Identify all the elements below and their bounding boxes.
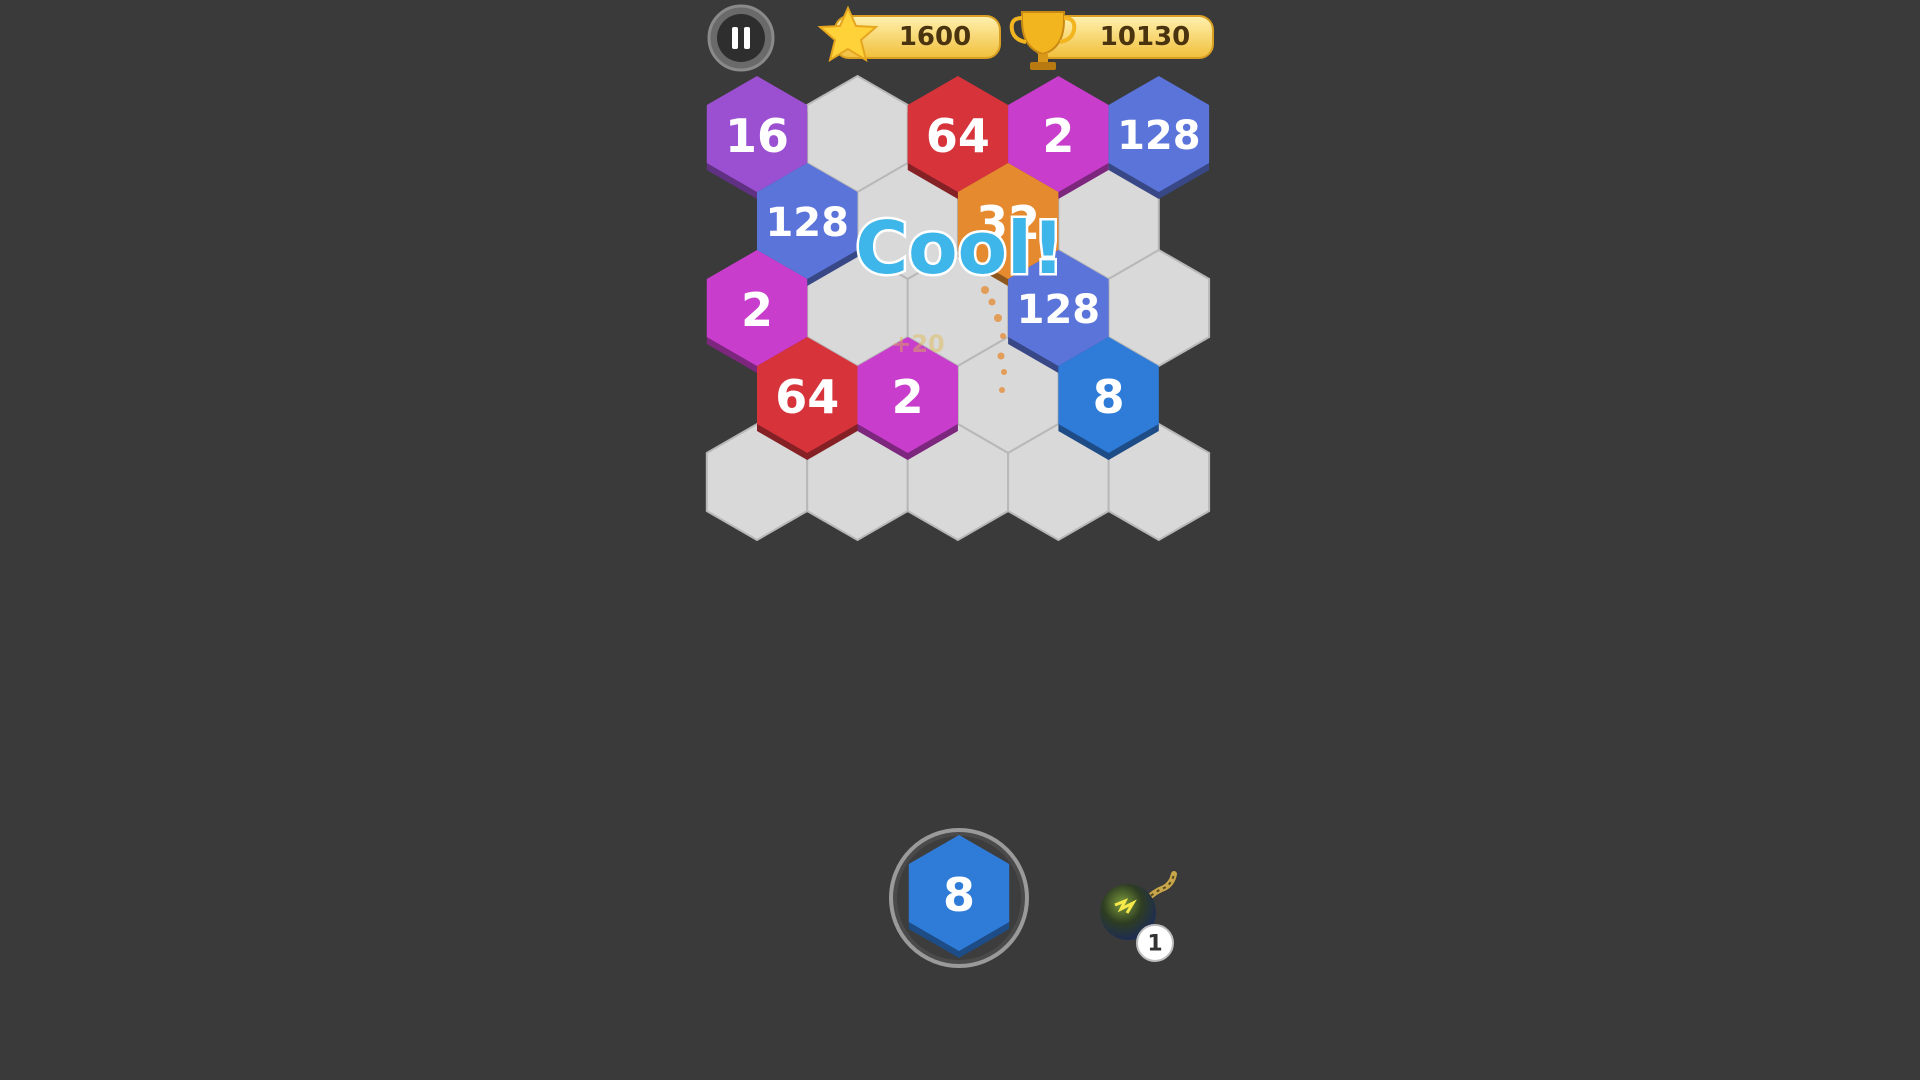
star-counter: 1600 xyxy=(817,5,1001,63)
hex-tile-value: 8 xyxy=(943,868,975,922)
trophy-count: 10130 xyxy=(1100,22,1190,52)
score-ghost: +20 xyxy=(891,330,945,358)
star-count: 1600 xyxy=(899,22,971,52)
hex-tile-value: 2 xyxy=(741,283,773,337)
hex-tile-value: 8 xyxy=(1093,370,1125,424)
bomb-button[interactable]: 1 xyxy=(1100,871,1177,962)
hex-tile-value: 64 xyxy=(775,370,839,424)
hex-tile-value: 128 xyxy=(1117,113,1201,159)
trophy-counter: 10130 xyxy=(1009,11,1214,70)
hex-tile-value: 128 xyxy=(1017,287,1101,333)
bomb-count-badge: 1 xyxy=(1136,924,1174,962)
bomb-count: 1 xyxy=(1147,932,1162,957)
hex-tile-value: 16 xyxy=(725,109,789,163)
hex-tile-value: 128 xyxy=(765,200,849,246)
hex-tile-value: 2 xyxy=(892,370,924,424)
trophy-icon xyxy=(1009,11,1077,70)
hex-board: 16 64 2 128128 322 12864 2 8 xyxy=(705,74,1211,542)
hex-tile-value: 64 xyxy=(926,109,990,163)
cool-popup: Cool! xyxy=(855,206,1064,290)
hex-tile-value: 2 xyxy=(1042,109,1074,163)
game-stage: 1600 10130 16 64 2 128128 322 12864 2 8 +20 Coo… xyxy=(705,4,1214,968)
pause-button[interactable] xyxy=(707,4,775,72)
next-tile-slot[interactable]: 8 xyxy=(889,828,1029,968)
